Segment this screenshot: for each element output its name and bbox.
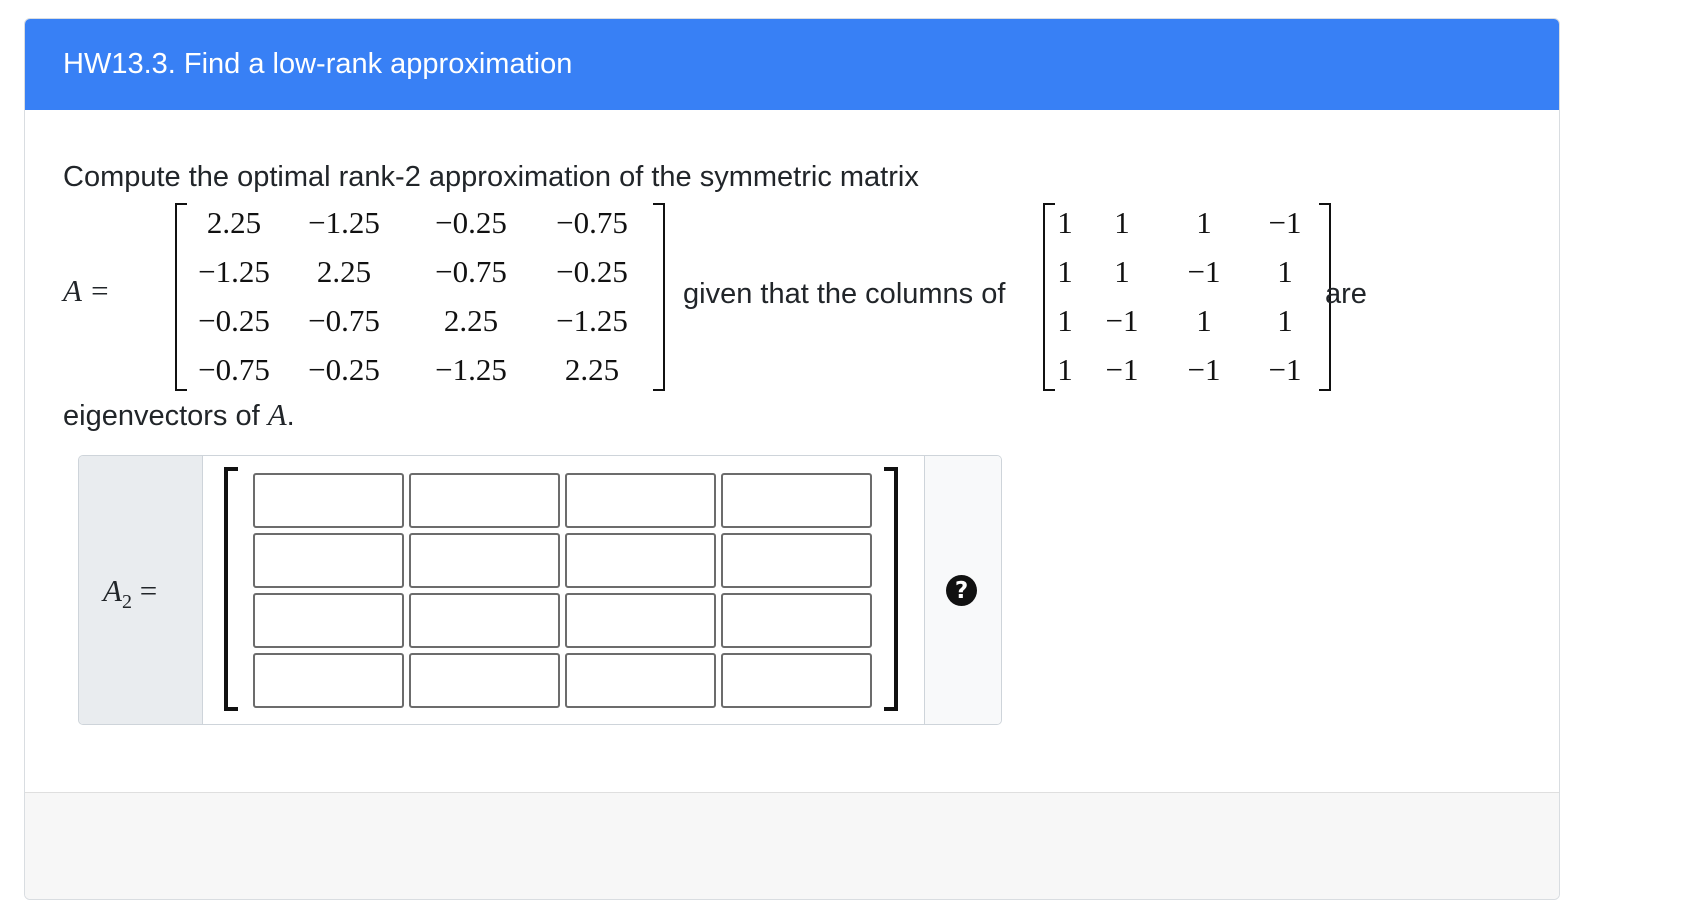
eigenvector-matrix-cell: 1	[1196, 204, 1212, 240]
answer-input-grid	[253, 473, 872, 708]
matrix-a-cell: 2.25	[316, 253, 372, 289]
answer-cell-input[interactable]	[565, 473, 716, 528]
question-circle-icon[interactable]: ?	[946, 575, 977, 606]
matrix-a-cell: −0.75	[556, 204, 628, 240]
matrix-a-cell: −0.75	[435, 253, 507, 289]
question-card: HW13.3. Find a low-rank approximation Co…	[24, 18, 1560, 900]
eigenvector-matrix: 1 1 1 −1 1 1 −1 1 1 −1 1 1 1 −1 −1 −1	[1043, 203, 1331, 391]
answer-cell-input[interactable]	[565, 533, 716, 588]
answer-label-addon: A2 =	[79, 456, 203, 724]
matrix-a-cell: −0.25	[198, 302, 270, 338]
answer-cell-input[interactable]	[565, 653, 716, 708]
matrix-a-left-bracket	[175, 203, 187, 391]
eigenvector-matrix-cell: 1	[1196, 302, 1212, 338]
answer-cell-input[interactable]	[721, 473, 872, 528]
answer-cell-input[interactable]	[253, 593, 404, 648]
matrix-a-cell: 2.25	[206, 204, 262, 240]
matrix-a-label: A =	[63, 273, 110, 309]
eigenvectors-label: eigenvectors of	[63, 400, 260, 432]
matrix-a-cell: −0.25	[556, 253, 628, 289]
answer-cell-input[interactable]	[409, 593, 560, 648]
question-prompt: Compute the optimal rank-2 approximation…	[63, 161, 919, 193]
matrix-a-right-bracket	[653, 203, 665, 391]
answer-cell-input[interactable]	[721, 533, 872, 588]
answer-cell-input[interactable]	[409, 473, 560, 528]
eigenvector-matrix-cell: 1	[1277, 302, 1293, 338]
answer-label-symbol: A	[103, 573, 122, 608]
answer-cell-input[interactable]	[253, 473, 404, 528]
eigenvectors-text: eigenvectors of A.	[63, 397, 295, 433]
matrix-a-cell: 2.25	[443, 302, 499, 338]
answer-label-subscript: 2	[121, 591, 132, 614]
matrix-a-cell: 2.25	[564, 351, 620, 387]
eigenvector-matrix-cell: 1	[1057, 351, 1073, 387]
are-text: are	[1325, 278, 1367, 310]
matrix-a-cell: −1.25	[556, 302, 628, 338]
eigenvector-matrix-cell: −1	[1268, 204, 1302, 240]
eigenvector-matrix-cell: 1	[1114, 253, 1130, 289]
eigenvector-matrix-cell: 1	[1057, 204, 1073, 240]
answer-cell-input[interactable]	[721, 593, 872, 648]
answer-cell-input[interactable]	[409, 533, 560, 588]
answer-matrix-input-group: A2 = ?	[78, 455, 1002, 725]
eigenvector-matrix-cell: −1	[1105, 302, 1139, 338]
matrix-a-cell: −1.25	[435, 351, 507, 387]
help-addon: ?	[924, 456, 1001, 724]
answer-cell-input[interactable]	[253, 653, 404, 708]
answer-label: A2 =	[103, 573, 157, 614]
question-header: HW13.3. Find a low-rank approximation	[25, 19, 1559, 110]
matrix-a: 2.25 −1.25 −0.25 −0.75 −1.25 2.25 −0.75 −0.25 −0…	[175, 203, 665, 391]
answer-right-bracket	[884, 467, 898, 711]
matrix-a-cell: −0.25	[435, 204, 507, 240]
eigenvector-matrix-cell: −1	[1187, 351, 1221, 387]
answer-label-equals: =	[139, 573, 158, 608]
matrix-a-grid: 2.25 −1.25 −0.25 −0.75 −1.25 2.25 −0.75 −0.25 −0…	[189, 198, 651, 394]
matrix-a-cell: −0.75	[198, 351, 270, 387]
matrix-a-cell: −1.25	[198, 253, 270, 289]
card-footer	[25, 792, 1559, 899]
eigenvector-matrix-cell: −1	[1268, 351, 1302, 387]
eigenvector-matrix-cell: 1	[1277, 253, 1293, 289]
answer-cell-input[interactable]	[565, 593, 716, 648]
question-title: HW13.3. Find a low-rank approximation	[63, 48, 573, 80]
matrix-a-label-text: A =	[63, 273, 111, 308]
eigenvector-matrix-grid: 1 1 1 −1 1 1 −1 1 1 −1 1 1 1 −1 −1 −1	[1051, 198, 1327, 394]
answer-left-bracket	[224, 467, 238, 711]
given-text: given that the columns of	[683, 278, 1006, 310]
matrix-a-cell: −1.25	[308, 204, 380, 240]
answer-cell-input[interactable]	[409, 653, 560, 708]
eigenvector-matrix-cell: −1	[1187, 253, 1221, 289]
answer-cell-input[interactable]	[721, 653, 872, 708]
eigenvector-matrix-cell: 1	[1057, 253, 1073, 289]
eigenvector-matrix-cell: 1	[1114, 204, 1130, 240]
matrix-a-cell: −0.75	[308, 302, 380, 338]
eigenvector-matrix-cell: 1	[1057, 302, 1073, 338]
eigenvectors-period: .	[286, 400, 295, 432]
eigenvectors-symbol: A	[267, 397, 287, 432]
matrix-a-cell: −0.25	[308, 351, 380, 387]
answer-cell-input[interactable]	[253, 533, 404, 588]
eigenvector-matrix-cell: −1	[1105, 351, 1139, 387]
